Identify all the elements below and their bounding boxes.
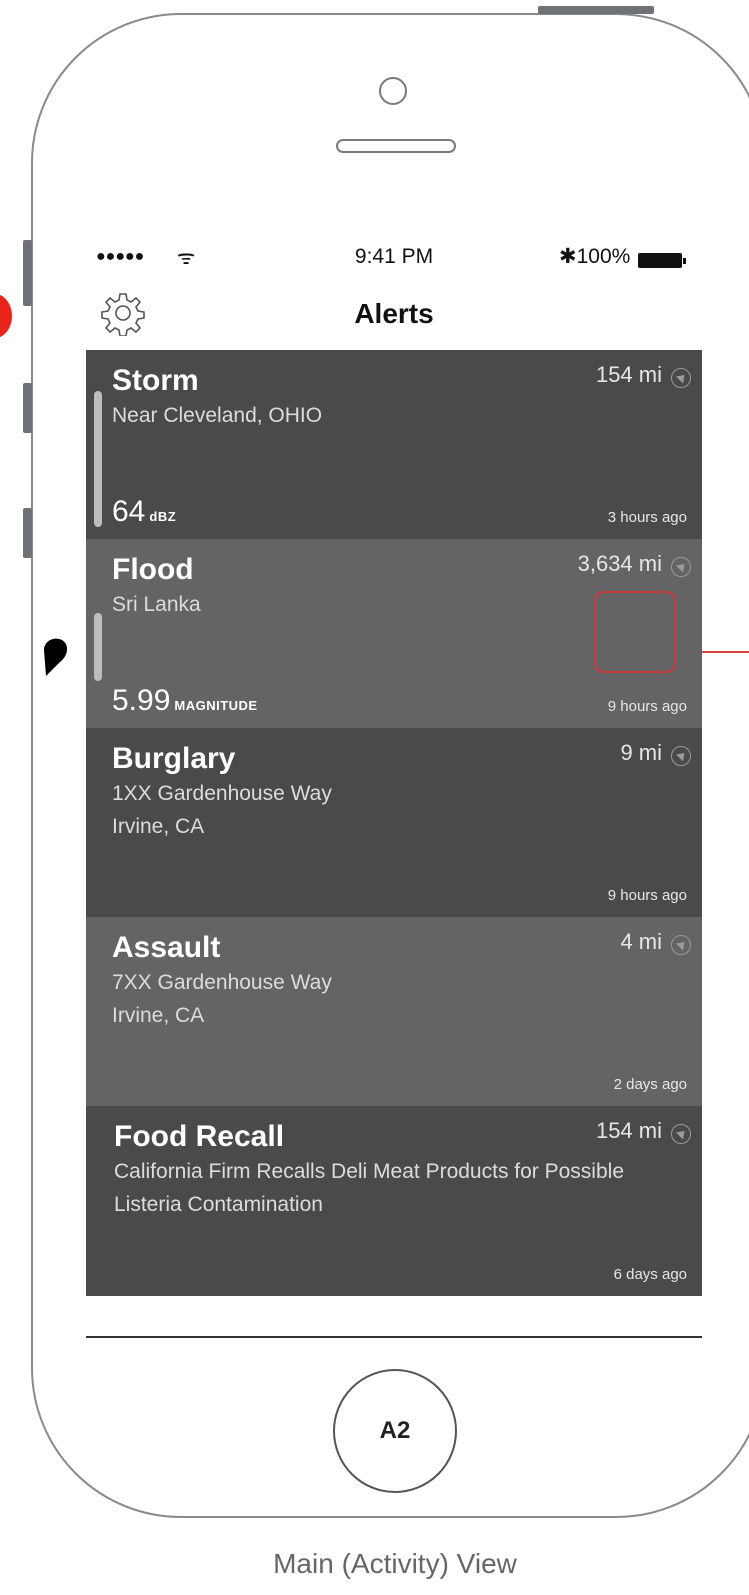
alert-title: Burglary [112, 742, 236, 775]
page-title: Alerts [354, 298, 434, 329]
alert-distance: 154 mi [595, 1118, 662, 1143]
alert-distance: 9 mi [620, 740, 662, 765]
alert-timestamp: 9 hours ago [607, 887, 687, 904]
location-arrow-icon [671, 935, 691, 955]
alert-title: Food Recall [114, 1120, 285, 1153]
volume-up-button [23, 383, 32, 433]
alert-distance: 4 mi [620, 929, 662, 954]
alert-distance: 3,634 mi [577, 551, 662, 576]
alert-distance: 154 mi [595, 362, 662, 387]
alert-description: California Firm Recalls Deli Meat Produc… [114, 1160, 624, 1216]
alert-timestamp: 6 days ago [613, 1266, 687, 1283]
alert-measurement: 5.99 MAGNITUDE [112, 684, 258, 718]
alert-title: Assault [112, 931, 221, 964]
severity-indicator-bar [94, 613, 102, 681]
volume-down-button [23, 508, 32, 558]
alert-timestamp: 3 hours ago [607, 509, 687, 526]
home-button[interactable]: A2 [333, 1369, 457, 1493]
alert-title: Storm [112, 364, 199, 397]
location-arrow-icon [671, 746, 691, 766]
alert-unit: dBZ [149, 509, 177, 524]
phone-screen: ●●●●● ᯤ 9:41 PM ✱100% Alerts Storm Near … [86, 237, 702, 1338]
annotation-pin-icon [44, 638, 68, 676]
annotation-highlight-box [594, 591, 676, 673]
alert-address: 1XX Gardenhouse Way Irvine, CA [112, 782, 332, 838]
alert-row-storm[interactable]: Storm Near Cleveland, OHIO 154 mi 64 dBZ … [86, 350, 702, 539]
alert-value: 5.99 [112, 684, 171, 717]
earpiece-speaker [336, 139, 456, 153]
alert-row-assault[interactable]: Assault 7XX Gardenhouse Way Irvine, CA 4… [86, 917, 702, 1106]
location-arrow-icon [671, 1124, 691, 1144]
location-arrow-icon [671, 368, 691, 388]
alert-timestamp: 9 hours ago [607, 698, 687, 715]
alert-location: Near Cleveland, OHIO [112, 404, 323, 427]
front-camera [379, 77, 407, 105]
alert-timestamp: 2 days ago [613, 1076, 687, 1093]
alert-value: 64 [112, 495, 146, 528]
power-button [538, 6, 654, 14]
alert-address: 7XX Gardenhouse Way Irvine, CA [112, 971, 332, 1027]
alert-row-food-recall[interactable]: Food Recall California Firm Recalls Deli… [86, 1106, 702, 1296]
nav-bar: Alerts [86, 278, 702, 350]
alert-row-burglary[interactable]: Burglary 1XX Gardenhouse Way Irvine, CA … [86, 728, 702, 917]
status-bar: ●●●●● ᯤ 9:41 PM ✱100% [86, 237, 702, 278]
location-arrow-icon [671, 557, 691, 577]
alerts-list: Storm Near Cleveland, OHIO 154 mi 64 dBZ … [86, 350, 702, 1296]
severity-indicator-bar [94, 391, 102, 527]
mute-switch [23, 240, 32, 306]
battery-icon [638, 253, 682, 268]
battery-tip-icon [683, 258, 686, 264]
alert-unit: MAGNITUDE [174, 698, 258, 713]
alert-row-flood[interactable]: Flood Sri Lanka 3,634 mi 5.99 MAGNITUDE 9… [86, 539, 702, 728]
annotation-marker-dot [0, 294, 12, 338]
bluetooth-battery-text: ✱100% [559, 245, 631, 268]
alert-title: Flood [112, 553, 194, 586]
alert-measurement: 64 dBZ [112, 495, 176, 529]
view-caption: Main (Activity) View [273, 1548, 517, 1579]
